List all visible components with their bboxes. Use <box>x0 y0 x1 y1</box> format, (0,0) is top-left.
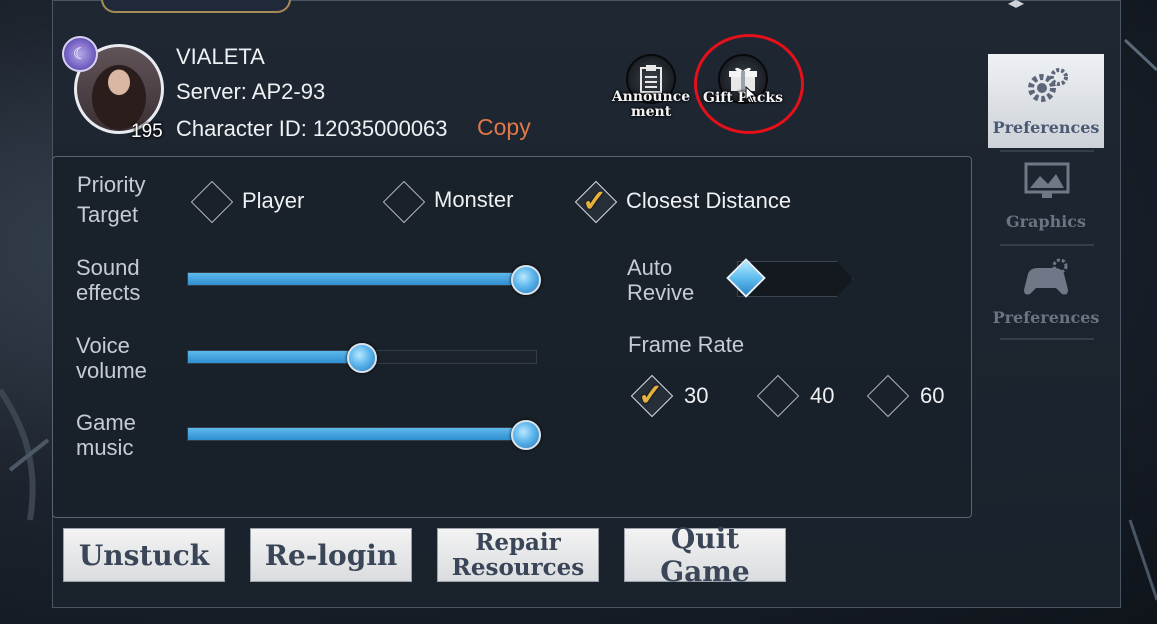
checkmark-icon: ✓ <box>638 379 664 412</box>
announcement-button[interactable]: Announce ment <box>606 52 696 132</box>
frame-rate-label: Frame Rate <box>628 332 745 357</box>
collapse-arrows-icon[interactable]: ◂▸ <box>1008 0 1024 13</box>
auto-revive-label: Auto Revive <box>627 255 695 305</box>
announcement-label: Announce ment <box>611 89 691 120</box>
tab-preferences[interactable]: Preferences <box>988 54 1104 148</box>
highlight-circle <box>694 34 804 134</box>
relogin-button[interactable]: Re-login <box>250 528 412 582</box>
game-music-slider[interactable] <box>187 420 541 450</box>
tab-controls-label: Preferences <box>992 308 1100 327</box>
tab-graphics-label: Graphics <box>1005 212 1087 231</box>
checkmark-icon: ✓ <box>582 185 608 218</box>
voice-volume-label: Voice volume <box>76 333 147 383</box>
voice-volume-slider[interactable] <box>187 343 537 373</box>
priority-monster-label[interactable]: Monster <box>434 187 513 213</box>
slider-fill <box>188 428 526 440</box>
copy-id-button[interactable]: Copy <box>477 114 531 141</box>
character-avatar[interactable]: ☾ 195 <box>62 36 164 142</box>
character-level: 195 <box>131 121 163 142</box>
game-music-label: Game music <box>76 410 136 460</box>
slider-fill <box>188 351 362 363</box>
slider-fill <box>188 273 526 285</box>
slider-knob[interactable] <box>511 420 541 450</box>
tab-divider <box>1000 244 1094 246</box>
slider-knob[interactable] <box>347 343 377 373</box>
gears-icon <box>1028 68 1068 102</box>
tab-divider <box>1000 338 1094 340</box>
priority-player-label[interactable]: Player <box>242 188 304 214</box>
unstuck-button[interactable]: Unstuck <box>63 528 225 582</box>
character-name: VIALETA <box>176 44 265 69</box>
gamepad-icon <box>1024 258 1068 295</box>
sound-effects-label: Sound effects <box>76 255 141 305</box>
repair-resources-button[interactable]: Repair Resources <box>437 528 599 582</box>
auto-revive-toggle[interactable] <box>726 258 855 299</box>
frame-rate-60-label[interactable]: 60 <box>920 383 944 409</box>
tab-preferences-label: Preferences <box>992 118 1100 137</box>
frame-rate-40-label[interactable]: 40 <box>810 383 834 409</box>
monitor-icon <box>1024 162 1070 198</box>
mouse-cursor-icon <box>745 86 758 104</box>
tab-divider <box>1000 150 1094 152</box>
slider-knob[interactable] <box>511 265 541 295</box>
sound-effects-slider[interactable] <box>187 265 541 295</box>
priority-closest-label[interactable]: Closest Distance <box>626 188 791 214</box>
quit-game-button[interactable]: Quit Game <box>624 522 786 588</box>
character-id: Character ID: 12035000063 <box>176 116 448 141</box>
frame-rate-30-label[interactable]: 30 <box>684 383 708 409</box>
settings-title-tab <box>101 0 291 13</box>
guild-emblem-icon: ☾ <box>62 36 98 72</box>
tab-graphics[interactable]: Graphics <box>988 156 1104 250</box>
priority-target-label: Priority Target <box>77 172 146 227</box>
tab-controls[interactable]: Preferences <box>988 250 1104 344</box>
server-label: Server: AP2-93 <box>176 79 326 104</box>
